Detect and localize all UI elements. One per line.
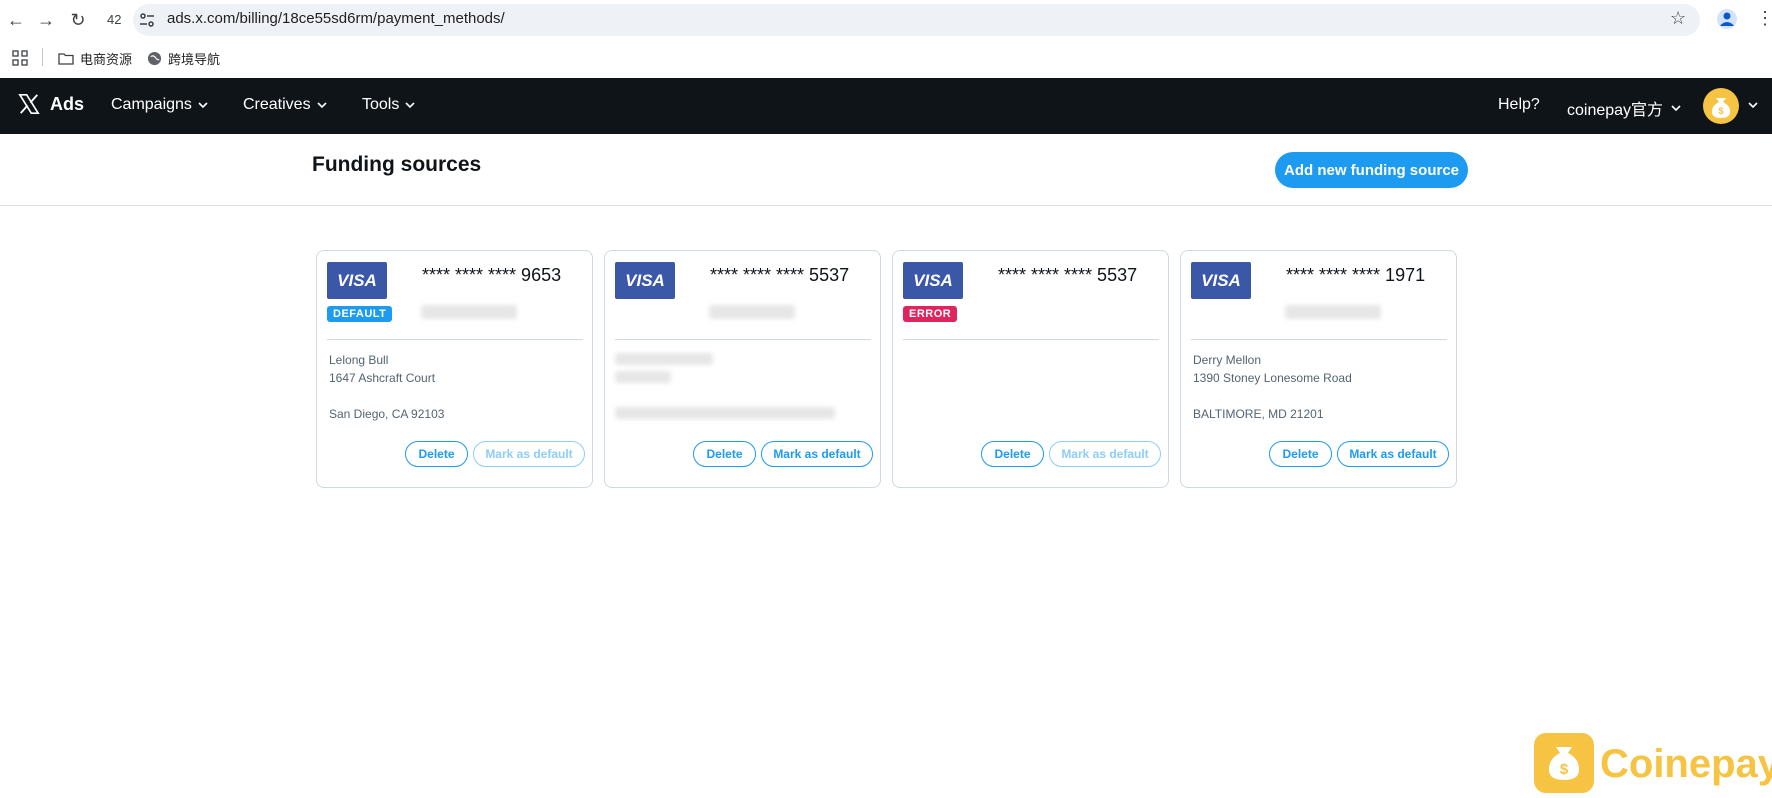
nav-label: Tools: [362, 96, 400, 113]
card-divider: [327, 339, 583, 340]
nav-campaigns[interactable]: Campaigns: [111, 96, 208, 114]
mark-as-default-button[interactable]: Mark as default: [1337, 441, 1449, 467]
bookmark-label: 跨境导航: [168, 52, 221, 67]
add-funding-source-button[interactable]: Add new funding source: [1275, 152, 1468, 188]
reload-icon[interactable]: ↻: [66, 8, 90, 32]
address-name: Lelong Bull: [329, 353, 389, 367]
delete-button[interactable]: Delete: [693, 441, 756, 467]
card-number: **** **** **** 5537: [710, 265, 850, 285]
ads-brand-label[interactable]: Ads: [50, 94, 84, 115]
visa-logo: VISA: [615, 262, 675, 299]
card-number: **** **** **** 5537: [998, 265, 1138, 285]
address-name: Derry Mellon: [1193, 353, 1262, 367]
visa-logo: VISA: [903, 262, 963, 299]
delete-button[interactable]: Delete: [1269, 441, 1332, 467]
help-link[interactable]: Help?: [1498, 96, 1540, 114]
profile-icon[interactable]: [1716, 8, 1738, 30]
nav-label: Campaigns: [111, 96, 192, 113]
funding-source-card: VISA **** **** **** 5537 ERROR Delete Ma…: [892, 250, 1169, 488]
svg-text:$: $: [1560, 761, 1569, 778]
svg-text:$: $: [1718, 106, 1723, 116]
site-settings-icon[interactable]: [139, 12, 155, 28]
redacted-address-city: [615, 407, 835, 419]
mark-as-default-button[interactable]: Mark as default: [1049, 441, 1161, 467]
folder-icon: [58, 53, 74, 65]
default-badge: DEFAULT: [327, 306, 393, 322]
address-street: 1647 Ashcraft Court: [329, 371, 436, 385]
funding-source-card: VISA **** **** **** 5537 Delete Mark as …: [604, 250, 881, 488]
card-divider: [903, 339, 1159, 340]
mark-as-default-button[interactable]: Mark as default: [473, 441, 585, 467]
redacted-address-name: [615, 353, 713, 365]
card-divider: [1191, 339, 1447, 340]
watermark-text: Coinepay: [1600, 742, 1772, 786]
redacted-address-street: [615, 371, 671, 383]
delete-button[interactable]: Delete: [405, 441, 468, 467]
card-number: **** **** **** 9653: [422, 265, 562, 285]
bookmark-site[interactable]: 跨境导航: [147, 49, 220, 68]
chevron-down-icon: [198, 102, 208, 109]
chevron-down-icon: [405, 102, 415, 109]
nav-label: Creatives: [243, 96, 311, 113]
card-divider: [615, 339, 871, 340]
bookmark-star-icon[interactable]: ☆: [1670, 8, 1686, 29]
bookmark-separator: [42, 48, 43, 66]
nav-creatives[interactable]: Creatives: [243, 96, 327, 114]
tab-count: 42: [107, 12, 122, 27]
visa-logo: VISA: [1191, 262, 1251, 299]
delete-button[interactable]: Delete: [981, 441, 1044, 467]
nav-tools[interactable]: Tools: [362, 96, 415, 114]
coinepay-logo-icon: $: [1534, 733, 1594, 793]
redacted-card-holder: [709, 305, 795, 319]
x-logo-icon[interactable]: [18, 93, 40, 115]
avatar[interactable]: $: [1703, 88, 1739, 124]
globe-icon: [147, 51, 162, 66]
apps-grid-icon[interactable]: [12, 50, 28, 66]
money-bag-icon: $: [1711, 98, 1731, 118]
mark-as-default-button[interactable]: Mark as default: [761, 441, 873, 467]
funding-source-card: VISA **** **** **** 9653 DEFAULT Lelong …: [316, 250, 593, 488]
back-arrow-icon[interactable]: ←: [4, 8, 28, 32]
account-name: coinepay官方: [1567, 102, 1664, 119]
bookmark-label: 电商资源: [80, 52, 133, 67]
money-bag-icon: $: [1548, 747, 1580, 780]
forward-arrow-icon[interactable]: →: [34, 8, 58, 32]
chevron-down-icon[interactable]: [1748, 100, 1758, 110]
menu-kebab-icon[interactable]: ⋮: [1756, 8, 1772, 29]
page-title: Funding sources: [312, 153, 482, 176]
redacted-card-holder: [1285, 305, 1381, 319]
page-header: [0, 134, 1772, 206]
funding-source-card: VISA **** **** **** 1971 Derry Mellon 13…: [1180, 250, 1457, 488]
chevron-down-icon: [1671, 105, 1681, 112]
card-number: **** **** **** 1971: [1286, 265, 1426, 285]
address-city: San Diego, CA 92103: [329, 407, 445, 421]
bookmark-folder[interactable]: 电商资源: [58, 49, 132, 68]
browser-toolbar: ← → ↻ 42 ads.x.com/billing/18ce55sd6rm/p…: [0, 0, 1772, 40]
url-text[interactable]: ads.x.com/billing/18ce55sd6rm/payment_me…: [167, 10, 505, 27]
redacted-card-holder: [421, 305, 517, 319]
account-switcher[interactable]: coinepay官方: [1567, 96, 1681, 120]
chevron-down-icon: [317, 102, 327, 109]
error-badge: ERROR: [903, 306, 958, 322]
address-street: 1390 Stoney Lonesome Road: [1193, 371, 1352, 385]
address-city: BALTIMORE, MD 21201: [1193, 407, 1324, 421]
visa-logo: VISA: [327, 262, 387, 299]
bookmarks-bar: [0, 40, 1772, 76]
